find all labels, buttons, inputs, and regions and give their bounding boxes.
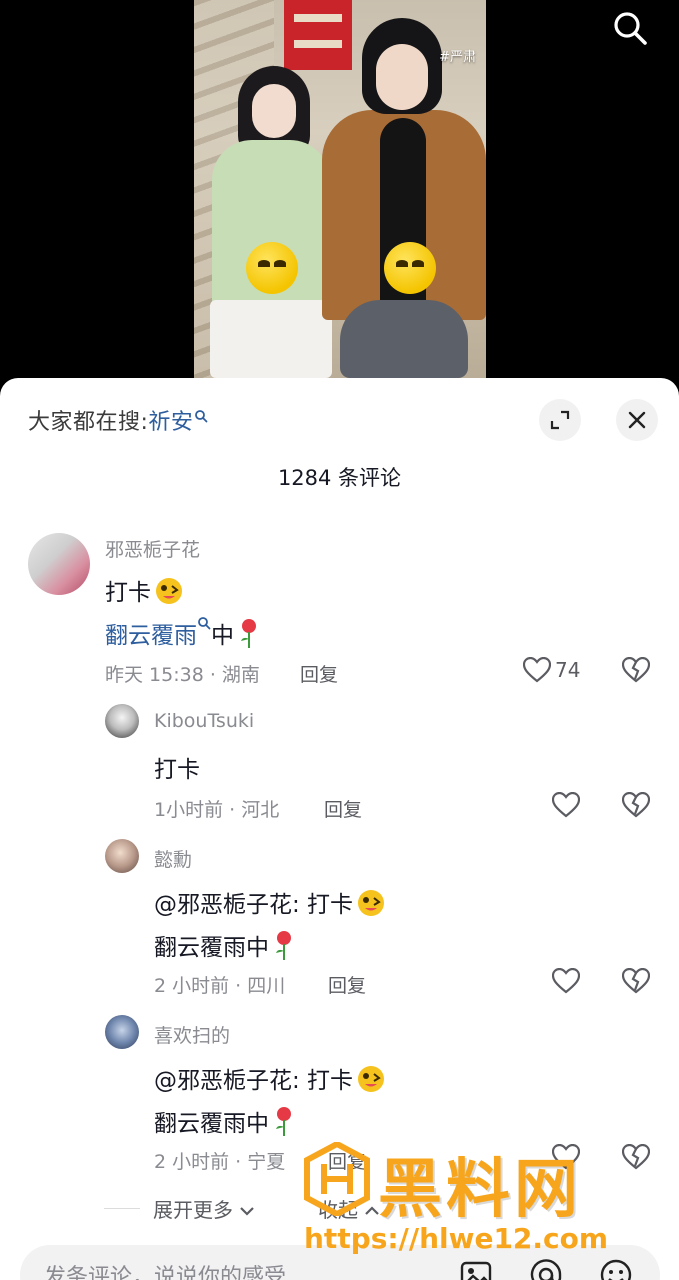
collapse-label: 收起 bbox=[318, 1198, 358, 1222]
heart-icon bbox=[523, 657, 551, 683]
hot-search-bar[interactable]: 大家都在搜:祈安 bbox=[28, 404, 208, 436]
reply-button[interactable]: 回复 bbox=[300, 660, 338, 687]
like-button[interactable] bbox=[552, 968, 580, 994]
comment-text: @邪恶栀子花: 打卡 bbox=[154, 885, 387, 919]
video-red-sign bbox=[284, 0, 352, 70]
comment-sheet: 大家都在搜:祈安 1284 条评论 邪恶栀子花 打卡 翻云覆雨中 昨天 15:3… bbox=[0, 378, 679, 1280]
divider bbox=[104, 1208, 140, 1209]
comment-text: 打卡 bbox=[154, 757, 200, 783]
video-hashtag: #严肃 bbox=[439, 50, 476, 65]
heart-icon bbox=[552, 792, 580, 818]
hot-search-term[interactable]: 祈安 bbox=[148, 410, 193, 435]
chevron-down-icon bbox=[240, 1207, 255, 1216]
comment-text: 打卡 bbox=[105, 573, 185, 607]
close-button[interactable] bbox=[616, 399, 658, 441]
emoji-icon bbox=[156, 578, 182, 604]
reply-button[interactable]: 回复 bbox=[328, 1147, 366, 1174]
hot-search-prefix: 大家都在搜: bbox=[28, 410, 149, 435]
video-person-left-face bbox=[252, 84, 296, 138]
comment-username[interactable]: KibouTsuki bbox=[154, 710, 254, 732]
rose-icon bbox=[276, 931, 291, 960]
comment-text-line2: 翻云覆雨中 bbox=[154, 1111, 269, 1137]
avatar[interactable] bbox=[28, 533, 90, 595]
search-icon[interactable] bbox=[610, 8, 650, 48]
emoji-icon bbox=[358, 1066, 385, 1092]
search-icon bbox=[194, 404, 208, 429]
avatar[interactable] bbox=[105, 839, 139, 873]
comment-count: 1284 条评论 bbox=[277, 466, 402, 490]
comment-meta: 2 小时前 · 宁夏 bbox=[154, 1151, 286, 1173]
comment-text: @邪恶栀子花: 打卡 bbox=[154, 1061, 387, 1095]
comment-input[interactable]: 发条评论，说说你的感受 bbox=[20, 1245, 660, 1280]
comment-text: 翻云覆雨中 bbox=[105, 616, 262, 650]
emoji-icon[interactable] bbox=[598, 1257, 634, 1280]
dislike-button[interactable] bbox=[621, 967, 651, 998]
comment-search-link[interactable]: 翻云覆雨 bbox=[105, 623, 197, 649]
broken-heart-icon bbox=[621, 791, 651, 818]
broken-heart-icon bbox=[621, 1143, 651, 1170]
video-emoji-sticker bbox=[384, 242, 436, 294]
video-frame[interactable]: #严肃 bbox=[194, 0, 486, 378]
emoji-icon bbox=[358, 890, 385, 916]
avatar[interactable] bbox=[105, 704, 139, 738]
expand-more-label: 展开更多 bbox=[153, 1198, 233, 1222]
dislike-button[interactable] bbox=[621, 1143, 651, 1174]
avatar[interactable] bbox=[105, 1015, 139, 1049]
reply-button[interactable]: 回复 bbox=[328, 971, 366, 998]
expand-icon bbox=[550, 410, 570, 430]
comment-username[interactable]: 喜欢扫的 bbox=[154, 1021, 230, 1048]
comment-text-line2: 中 bbox=[211, 623, 234, 649]
comment-text-line2: 翻云覆雨中 bbox=[154, 935, 269, 961]
video-person-right-pants bbox=[340, 300, 468, 378]
comment-text-line1: @邪恶栀子花: 打卡 bbox=[154, 1068, 354, 1094]
comment-username[interactable]: 懿勳 bbox=[154, 845, 192, 872]
expand-button[interactable] bbox=[539, 399, 581, 441]
dislike-button[interactable] bbox=[621, 791, 651, 822]
comment-meta: 2 小时前 · 四川 bbox=[154, 975, 286, 997]
video-emoji-sticker bbox=[246, 242, 298, 294]
like-button[interactable] bbox=[552, 1144, 580, 1170]
video-person-right-face bbox=[376, 44, 428, 110]
comment-text: 翻云覆雨中 bbox=[154, 928, 297, 962]
comment-text: 翻云覆雨中 bbox=[154, 1104, 297, 1138]
comment-meta: 1小时前 · 河北 bbox=[154, 799, 280, 821]
reply-button[interactable]: 回复 bbox=[324, 795, 362, 822]
chevron-up-icon bbox=[365, 1206, 380, 1215]
broken-heart-icon bbox=[621, 967, 651, 994]
comment-meta: 昨天 15:38 · 湖南 bbox=[105, 664, 260, 686]
comment-username[interactable]: 邪恶栀子花 bbox=[105, 535, 200, 562]
comment-input-placeholder: 发条评论，说说你的感受 bbox=[44, 1265, 287, 1280]
replies-controls: 展开更多 收起 bbox=[0, 1194, 679, 1234]
like-button[interactable]: 74 bbox=[523, 657, 580, 683]
comment-text-line1: 打卡 bbox=[105, 580, 151, 606]
like-count: 74 bbox=[555, 658, 581, 682]
like-button[interactable] bbox=[552, 792, 580, 818]
heart-icon bbox=[552, 968, 580, 994]
video-person-left-skirt bbox=[210, 300, 332, 378]
close-icon bbox=[628, 411, 646, 429]
video-player[interactable]: #严肃 bbox=[0, 0, 679, 400]
rose-icon bbox=[241, 619, 256, 648]
dislike-button[interactable] bbox=[621, 656, 651, 687]
search-icon bbox=[197, 617, 211, 649]
collapse-button[interactable]: 收起 bbox=[318, 1194, 380, 1223]
expand-more-button[interactable]: 展开更多 bbox=[153, 1194, 255, 1223]
broken-heart-icon bbox=[621, 656, 651, 683]
rose-icon bbox=[276, 1107, 291, 1136]
heart-icon bbox=[552, 1144, 580, 1170]
image-icon[interactable] bbox=[458, 1257, 494, 1280]
comment-text-line1: @邪恶栀子花: 打卡 bbox=[154, 892, 354, 918]
mention-icon[interactable] bbox=[528, 1257, 564, 1280]
